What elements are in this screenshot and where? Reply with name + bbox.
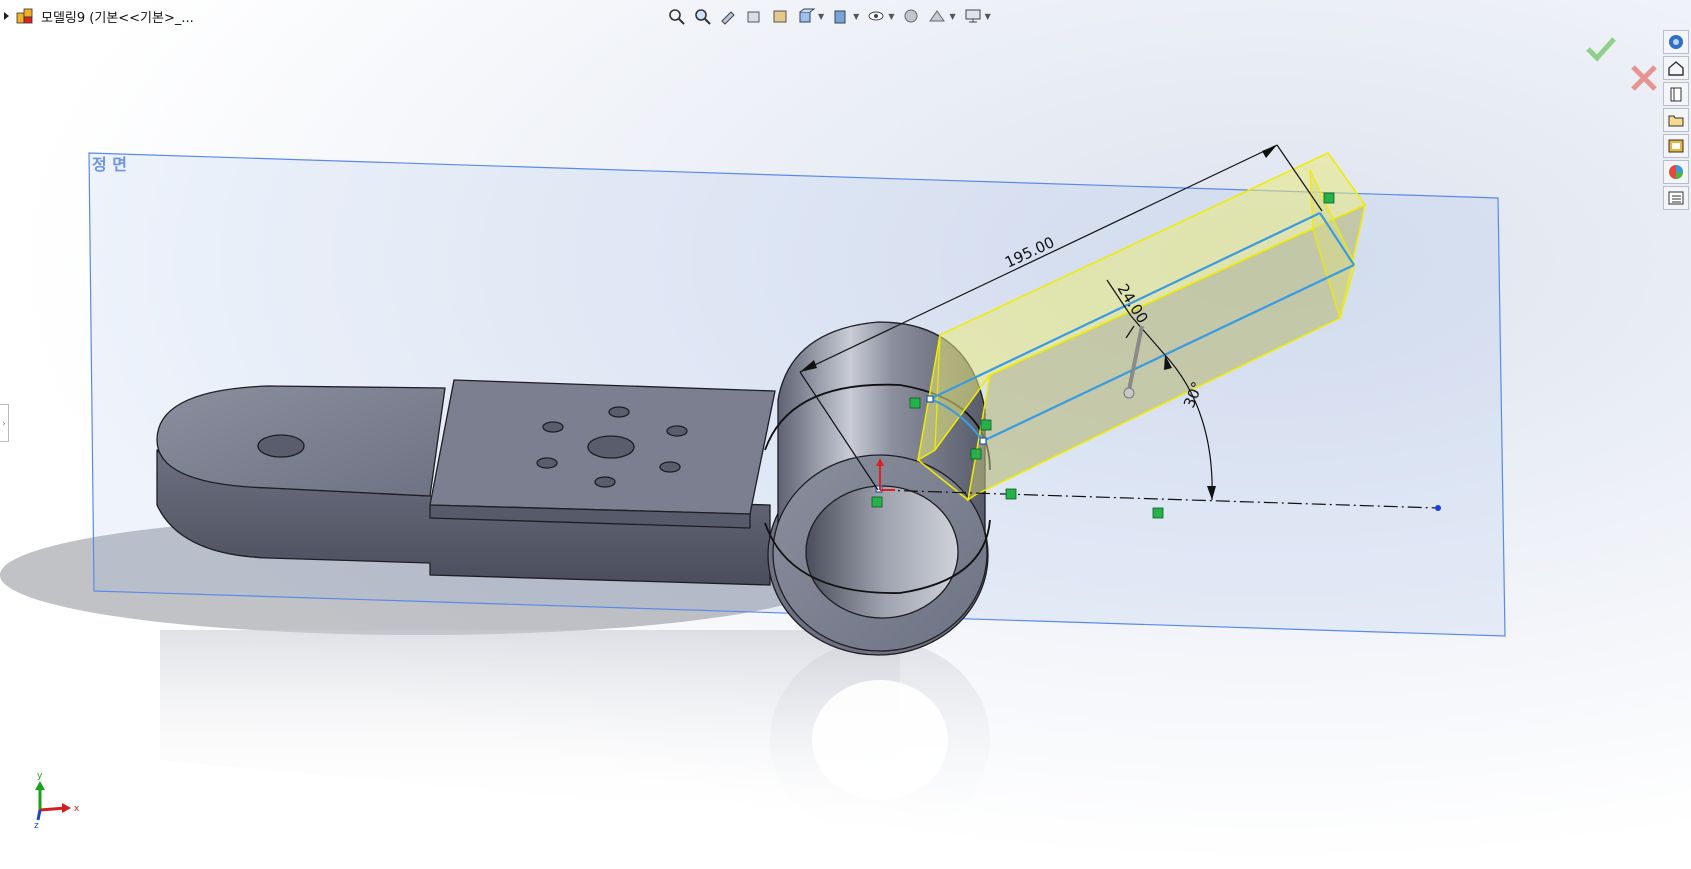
zoom-to-area-icon[interactable] (691, 5, 713, 27)
dynamic-annotation-icon[interactable] (769, 5, 791, 27)
heads-up-view-toolbar: ▼ ▼ ▼ ▼ ▼ (665, 4, 993, 28)
design-library-icon[interactable] (1663, 56, 1689, 80)
triad-z-label: z (34, 821, 39, 831)
chevron-right-icon: › (2, 418, 6, 428)
graphics-area[interactable]: 195.00 24.00 30° 정 면 y x z (0, 0, 1691, 869)
section-view-icon[interactable] (743, 5, 765, 27)
centerline-endpoint[interactable] (1435, 505, 1441, 511)
reference-triad: y x z (34, 771, 80, 831)
custom-properties-icon[interactable] (1663, 160, 1689, 184)
edit-appearance-icon[interactable] (900, 5, 922, 27)
file-explorer-icon[interactable] (1663, 82, 1689, 106)
triad-y-label: y (37, 771, 43, 781)
view-settings-icon[interactable] (962, 5, 984, 27)
document-title[interactable]: 모델링9 (기본<<기본>_... (41, 7, 194, 26)
triad-x-label: x (74, 804, 80, 814)
appearances-icon[interactable] (1663, 134, 1689, 158)
chevron-down-icon[interactable]: ▼ (985, 12, 991, 21)
part-icon (16, 8, 33, 24)
hide-show-items-icon[interactable] (865, 5, 887, 27)
display-style-icon[interactable] (830, 5, 852, 27)
cancel-button[interactable] (1629, 63, 1659, 93)
panel-collapse-handle[interactable]: › (0, 404, 9, 442)
chevron-down-icon[interactable]: ▼ (853, 12, 859, 21)
view-palette-icon[interactable] (1663, 108, 1689, 132)
expand-triangle-icon[interactable] (4, 12, 9, 20)
properties-list-icon[interactable] (1663, 186, 1689, 210)
chevron-down-icon[interactable]: ▼ (818, 12, 824, 21)
checkmark-icon (1586, 37, 1616, 62)
close-icon (1631, 65, 1657, 91)
previous-view-icon[interactable] (717, 5, 739, 27)
feature-tree-header[interactable]: 모델링9 (기본<<기본>_... (4, 4, 194, 28)
solidworks-resources-icon[interactable] (1663, 30, 1689, 54)
chevron-down-icon[interactable]: ▼ (888, 12, 894, 21)
chevron-down-icon[interactable]: ▼ (949, 12, 955, 21)
ok-button[interactable] (1585, 34, 1617, 64)
plane-label[interactable]: 정 면 (92, 155, 127, 174)
view-orientation-icon[interactable] (795, 5, 817, 27)
task-pane-tabs (1663, 30, 1689, 210)
apply-scene-icon[interactable] (926, 5, 948, 27)
zoom-to-fit-icon[interactable] (665, 5, 687, 27)
